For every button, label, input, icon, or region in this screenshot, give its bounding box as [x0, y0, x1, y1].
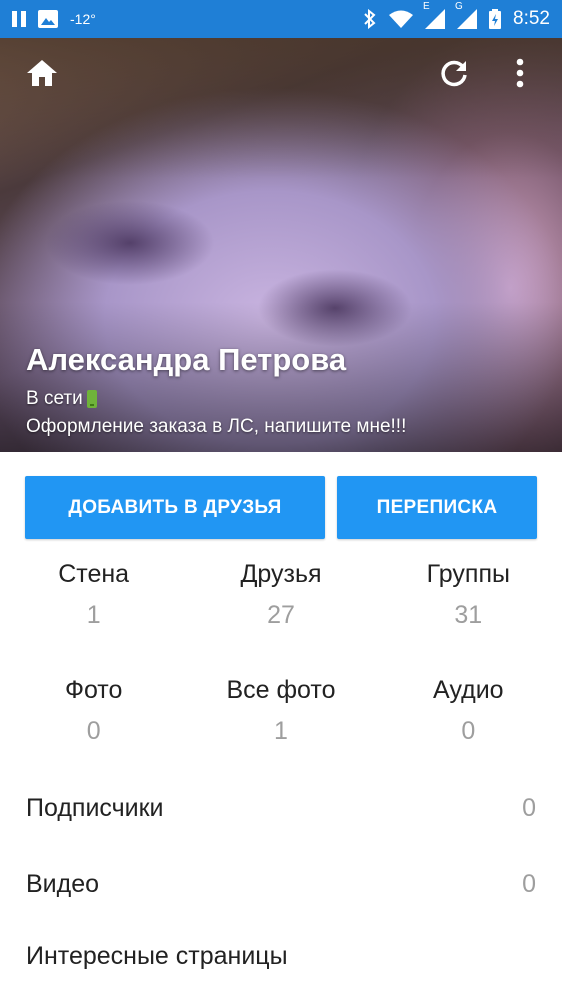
home-button[interactable] [22, 53, 62, 93]
mobile-online-icon [86, 390, 97, 408]
temperature-text: -12° [70, 11, 96, 27]
clock-text: 8:52 [513, 8, 550, 29]
online-status-text: В сети [26, 388, 83, 409]
battery-charging-icon [489, 9, 502, 29]
stat-value: 1 [274, 717, 288, 745]
wifi-icon [389, 10, 414, 28]
stat-label: Все фото [226, 676, 336, 704]
profile-cover-photo: Александра Петрова В сети Оформление зак… [0, 38, 562, 452]
stat-label: Аудио [433, 676, 504, 704]
stat-photos[interactable]: Фото 0 [0, 676, 187, 746]
stat-audio[interactable]: Аудио 0 [375, 676, 562, 746]
profile-status-text: Оформление заказа в ЛС, напишите мне!!! [26, 416, 407, 437]
stat-value: 0 [461, 717, 476, 745]
more-options-button[interactable] [500, 53, 540, 93]
signal-e-indicator: E [423, 1, 446, 29]
network-type-label-e: E [423, 1, 430, 12]
add-friend-button[interactable]: ДОБАВИТЬ В ДРУЗЬЯ [25, 476, 325, 539]
list-item-count: 0 [522, 793, 536, 822]
list-item-label: Подписчики [26, 793, 164, 822]
list-item-followers[interactable]: Подписчики 0 [0, 778, 562, 838]
stats-row: Фото 0 Все фото 1 Аудио 0 [0, 676, 562, 746]
stat-label: Фото [64, 676, 123, 704]
stat-groups[interactable]: Группы 31 [375, 560, 562, 630]
list-item-videos[interactable]: Видео 0 [0, 854, 562, 914]
list-item-count: 0 [522, 869, 536, 898]
list-item-label: Интересные страницы [26, 941, 288, 970]
image-icon [38, 10, 58, 28]
stat-value: 31 [454, 601, 483, 629]
profile-name: Александра Петрова [26, 342, 347, 377]
status-bar: -12° E G 8:52 [0, 0, 562, 38]
signal-icon [425, 9, 446, 29]
pause-icon [12, 11, 26, 27]
profile-info: Александра Петрова В сети Оформление зак… [26, 342, 406, 438]
list-item-interesting-pages[interactable]: Интересные страницы [0, 926, 562, 986]
stats-row: Стена 1 Друзья 27 Группы 31 [0, 560, 562, 630]
profile-actions: ДОБАВИТЬ В ДРУЗЬЯ ПЕРЕПИСКА [25, 476, 537, 539]
messages-button[interactable]: ПЕРЕПИСКА [337, 476, 537, 539]
stat-label: Группы [426, 560, 510, 588]
stat-value: 1 [86, 601, 101, 629]
online-status: В сети [26, 388, 406, 410]
signal-g-indicator: G [455, 1, 478, 29]
stat-friends[interactable]: Друзья 27 [187, 560, 374, 630]
stat-value: 0 [86, 717, 101, 745]
stat-wall[interactable]: Стена 1 [0, 560, 187, 630]
stat-value: 27 [267, 601, 295, 629]
refresh-button[interactable] [434, 53, 474, 93]
list-item-label: Видео [26, 869, 100, 898]
more-vert-icon [516, 58, 524, 88]
refresh-icon [441, 60, 467, 87]
stat-label: Друзья [240, 560, 322, 588]
network-type-label-g: G [455, 1, 463, 12]
home-icon [27, 60, 57, 86]
stat-all-photos[interactable]: Все фото 1 [187, 676, 374, 746]
toolbar [0, 38, 562, 108]
signal-icon [457, 9, 478, 29]
stat-label: Стена [58, 560, 130, 588]
bluetooth-icon [364, 9, 376, 29]
